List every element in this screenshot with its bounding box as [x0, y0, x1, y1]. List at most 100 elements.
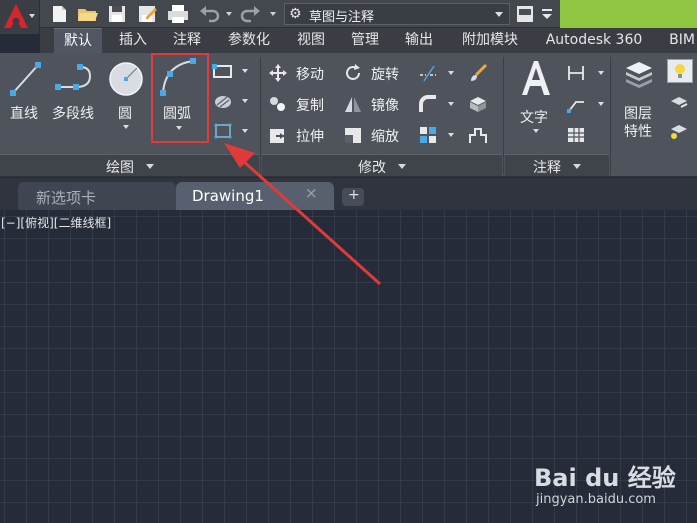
dimension-button[interactable]	[566, 61, 606, 85]
new-file-button[interactable]	[48, 3, 70, 25]
autocad-logo-icon	[4, 4, 28, 28]
ribbon-panel: 直线 多段线 圆 圆弧 绘图 移动 旋转 复制 镜像 拉伸 缩放 修改 文字 注…	[0, 53, 697, 177]
tab-new-tab-label: 新选项卡	[36, 189, 97, 207]
stretch-button[interactable]: 拉伸	[268, 123, 338, 147]
save-button[interactable]	[106, 3, 128, 25]
move-label: 移动	[296, 67, 324, 83]
leader-button[interactable]	[566, 92, 606, 116]
layer-match-button[interactable]	[667, 93, 693, 115]
line-label: 直线	[10, 106, 38, 122]
rectangle-icon	[212, 64, 232, 78]
chevron-down-icon	[448, 102, 454, 106]
undo-dropdown-icon[interactable]	[226, 12, 232, 16]
layer-iso-button[interactable]	[667, 121, 693, 143]
tab-new-tab[interactable]: 新选项卡	[18, 182, 176, 210]
layers-label-line2: 特性	[624, 124, 652, 140]
line-button[interactable]: 直线	[4, 59, 46, 123]
customize-quick-access-button[interactable]	[538, 3, 560, 25]
scale-button[interactable]: 缩放	[343, 123, 413, 147]
print-button[interactable]	[166, 3, 188, 25]
redo-button[interactable]	[240, 3, 262, 25]
chevron-down-icon	[573, 164, 581, 169]
undo-button[interactable]	[198, 3, 220, 25]
mirror-icon	[345, 97, 361, 112]
text-letter-icon	[522, 61, 550, 95]
layer-state-button[interactable]	[667, 59, 693, 83]
arc-tool-highlight-box	[151, 53, 209, 143]
watermark-logo: Bai du 经验	[534, 464, 676, 492]
printer-icon	[168, 5, 188, 23]
tab-addins[interactable]: 附加模块	[450, 28, 530, 53]
mirror-button[interactable]: 镜像	[343, 92, 413, 116]
copy-button[interactable]: 复制	[268, 92, 338, 116]
panel-divider	[503, 57, 504, 175]
circle-icon	[109, 62, 143, 96]
stretch-icon	[270, 129, 284, 143]
annotation-panel-title[interactable]: 注释	[505, 154, 609, 176]
array-button[interactable]	[418, 123, 458, 147]
tab-home[interactable]: 默认	[54, 28, 102, 53]
hatch-button[interactable]	[212, 91, 252, 113]
redo-icon	[240, 6, 260, 23]
layer-properties-button[interactable]: 图层 特性	[618, 59, 662, 149]
document-tab-bar: 新选项卡 Drawing1 × +	[0, 178, 697, 210]
circle-button[interactable]: 圆	[106, 59, 146, 137]
rectangle-button[interactable]	[212, 61, 252, 83]
viewport-controls-label[interactable]: [−][俯视][二维线框]	[1, 214, 111, 231]
erase-button[interactable]	[468, 61, 494, 85]
chevron-down-icon	[398, 164, 406, 169]
close-icon[interactable]: ×	[305, 184, 318, 202]
undo-icon	[200, 6, 220, 23]
draw-panel-title[interactable]: 绘图	[0, 154, 259, 176]
fillet-button[interactable]	[418, 92, 458, 116]
annotation-panel-label: 注释	[533, 160, 561, 176]
line-icon	[10, 62, 41, 96]
hatch-icon	[215, 96, 231, 108]
application-menu-button[interactable]	[0, 0, 40, 34]
table-button[interactable]	[566, 123, 592, 147]
tab-view[interactable]: 视图	[288, 28, 334, 53]
tab-manage[interactable]: 管理	[342, 28, 388, 53]
tab-bim[interactable]: BIM	[662, 28, 697, 53]
trim-button[interactable]	[418, 61, 458, 85]
layers-label-line1: 图层	[624, 106, 652, 122]
watermark-url: jingyan.baidu.com	[536, 492, 656, 507]
move-button[interactable]: 移动	[268, 61, 338, 85]
save-as-icon	[139, 6, 157, 22]
offset-button[interactable]	[468, 123, 494, 147]
add-tab-button[interactable]: +	[342, 187, 364, 206]
tab-annotate[interactable]: 注释	[164, 28, 210, 53]
text-button[interactable]: 文字	[514, 57, 556, 135]
ribbon-tab-bar: 默认 插入 注释 参数化 视图 管理 输出 附加模块 Autodesk 360 …	[40, 28, 697, 53]
tab-output[interactable]: 输出	[396, 28, 442, 53]
polyline-button[interactable]: 多段线	[50, 59, 104, 123]
workspace-selector[interactable]: ⚙ 草图与注释	[284, 3, 510, 25]
tab-drawing1-label: Drawing1	[192, 187, 264, 205]
lightbulb-icon	[675, 64, 685, 78]
table-icon	[568, 128, 584, 142]
explode-button[interactable]	[468, 92, 494, 116]
boundary-button[interactable]	[212, 121, 252, 143]
save-as-button[interactable]	[136, 3, 158, 25]
tab-parametric[interactable]: 参数化	[218, 28, 280, 53]
tab-insert[interactable]: 插入	[110, 28, 156, 53]
copy-label: 复制	[296, 98, 324, 114]
workspace-name: 草图与注释	[309, 10, 375, 25]
workspace-switch-button[interactable]	[514, 3, 536, 25]
chevron-down-icon	[598, 71, 604, 75]
panel-divider	[610, 57, 611, 175]
boundary-icon	[214, 123, 232, 139]
tab-autodesk-360[interactable]: Autodesk 360	[538, 28, 650, 53]
layer-match-icon	[671, 97, 688, 108]
open-file-button[interactable]	[76, 3, 98, 25]
watermark: Bai du 经验 jingyan.baidu.com	[534, 458, 694, 520]
chevron-down-icon	[495, 12, 503, 17]
chevron-down-icon	[242, 129, 248, 133]
rotate-button[interactable]: 旋转	[343, 61, 413, 85]
redo-dropdown-icon[interactable]	[270, 12, 276, 16]
modify-panel-title[interactable]: 修改	[262, 154, 502, 176]
polyline-icon	[55, 64, 92, 90]
rotate-label: 旋转	[371, 67, 399, 83]
mirror-label: 镜像	[371, 98, 399, 114]
copy-icon	[270, 97, 285, 111]
